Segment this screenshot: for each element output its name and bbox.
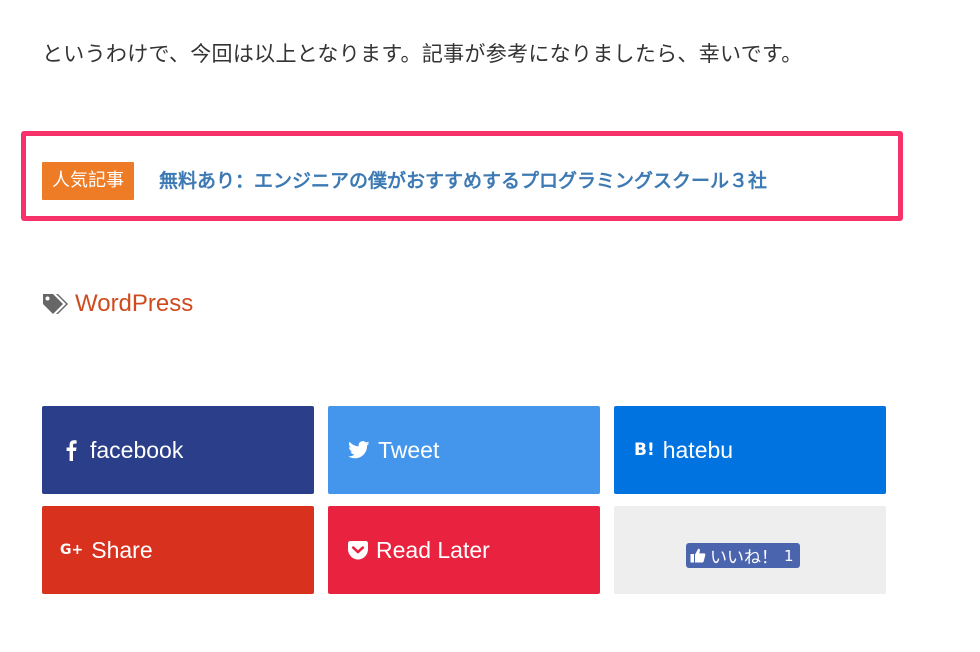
hatebu-share-button[interactable]: B! hatebu (614, 406, 886, 494)
pocket-icon (348, 540, 368, 560)
facebook-icon (64, 438, 78, 462)
facebook-like-count: 1 (784, 546, 794, 565)
pocket-read-later-button[interactable]: Read Later (328, 506, 600, 594)
hatena-bookmark-icon: B! (634, 440, 655, 460)
popular-article-box: 人気記事 無料あり：エンジニアの僕がおすすめするプログラミングスクール３社 (21, 131, 903, 221)
twitter-bird-icon (348, 440, 370, 460)
google-plus-share-button[interactable]: G+ Share (42, 506, 314, 594)
tweet-button[interactable]: Tweet (328, 406, 600, 494)
facebook-like-button[interactable]: いいね！ 1 (686, 543, 800, 568)
tweet-label: Tweet (378, 436, 440, 463)
popular-article-link[interactable]: 無料あり：エンジニアの僕がおすすめするプログラミングスクール３社 (159, 161, 767, 201)
google-plus-share-label: Share (91, 536, 153, 563)
google-plus-icon: G+ (60, 542, 84, 558)
pocket-read-later-label: Read Later (376, 536, 490, 563)
facebook-like-area: いいね！ 1 (614, 506, 886, 594)
tag-link-wordpress[interactable]: WordPress (75, 290, 193, 318)
tag-list: WordPress (42, 287, 193, 321)
tags-icon (42, 293, 69, 315)
hatebu-label: hatebu (662, 436, 734, 463)
facebook-like-label: いいね！ (710, 548, 778, 568)
popular-badge: 人気記事 (42, 162, 134, 200)
thumbs-up-icon (690, 548, 706, 563)
facebook-share-label: facebook (90, 436, 184, 463)
facebook-share-button[interactable]: facebook (42, 406, 314, 494)
closing-paragraph: というわけで、今回は以上となります。記事が参考になりましたら、幸いです。 (42, 42, 803, 66)
